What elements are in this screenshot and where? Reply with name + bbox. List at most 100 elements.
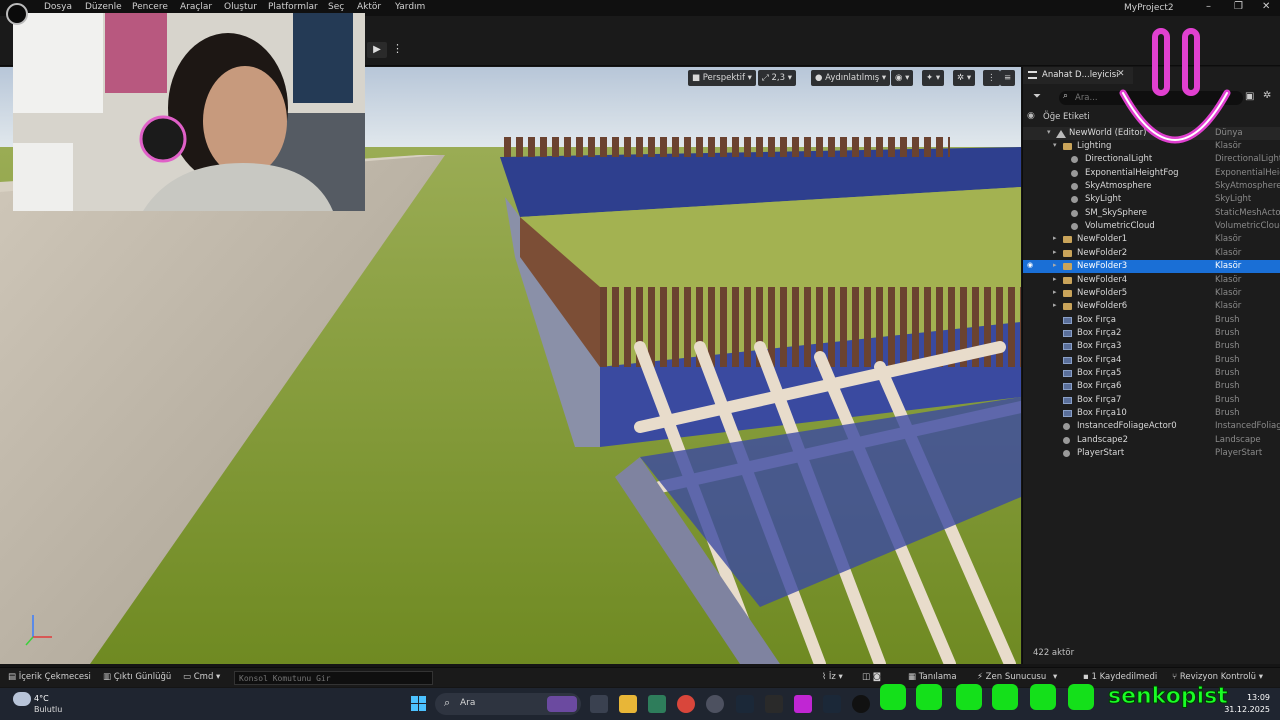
layout-button[interactable]: ⋮ (983, 70, 1000, 86)
cmd-dropdown[interactable]: ▭ Cmd ▾ (183, 672, 220, 682)
tree-row[interactable]: ▸ NewFolder4 Klasör (1023, 274, 1280, 287)
menu-platformlar[interactable]: Platformlar (268, 2, 318, 12)
filter-icon[interactable]: ⏷ (1033, 91, 1041, 102)
row-type: Klasör (1215, 261, 1242, 272)
eye-icon: ◉ (895, 73, 903, 83)
expand-arrow-icon[interactable]: ▸ (1053, 275, 1057, 283)
content-drawer-button[interactable]: ▤ İçerik Çekmecesi (8, 672, 91, 682)
scalability-button[interactable]: ⤢ 2,3 ▾ (758, 70, 797, 86)
menu-dosya[interactable]: Dosya (44, 2, 72, 12)
temperature[interactable]: 4°C (34, 694, 49, 703)
tree-row[interactable]: ExponentialHeightFog ExponentialHeightFog (1023, 167, 1280, 180)
row-type: Brush (1215, 408, 1240, 418)
tree-row[interactable]: Box Fırça2 Brush (1023, 327, 1280, 340)
viewport-settings-button[interactable]: ✲ ▾ (953, 70, 976, 86)
weather-condition[interactable]: Bulutlu (34, 705, 62, 714)
purple-app-icon[interactable] (794, 695, 812, 713)
expand-arrow-icon[interactable]: ▸ (1053, 234, 1057, 242)
steam-alt-icon[interactable] (823, 695, 841, 713)
fog-icon (1071, 169, 1078, 177)
menu-aktor[interactable]: Aktör (357, 2, 381, 12)
visibility-eye-icon[interactable]: ◉ (1027, 261, 1033, 269)
tree-row[interactable]: Box Fırça Brush (1023, 314, 1280, 327)
menu-sec[interactable]: Seç (328, 2, 344, 12)
youtube-icon (992, 684, 1018, 710)
expand-arrow-icon[interactable]: ▸ (1053, 261, 1057, 269)
console-input[interactable] (235, 672, 425, 684)
collapse-arrow-icon[interactable]: ▾ (1047, 128, 1051, 136)
menu-duzenle[interactable]: Düzenle (85, 2, 122, 12)
maximize-viewport-button[interactable]: ≡ (1000, 70, 1016, 86)
row-name: NewFolder3 (1077, 261, 1128, 272)
steam-icon[interactable] (736, 695, 754, 713)
obs-icon[interactable] (706, 695, 724, 713)
minimize-icon[interactable]: – (1206, 1, 1211, 12)
menu-pencere[interactable]: Pencere (132, 2, 168, 12)
tree-row[interactable]: Box Fırça4 Brush (1023, 354, 1280, 367)
tree-row[interactable]: SkyLight SkyLight (1023, 193, 1280, 206)
row-type: PlayerStart (1215, 448, 1263, 459)
play-options-icon[interactable]: ⋮ (392, 42, 403, 55)
expand-arrow-icon[interactable]: ▸ (1053, 288, 1057, 296)
tree-row[interactable]: VolumetricCloud VolumetricCloud (1023, 220, 1280, 233)
output-log-button[interactable]: ▥ Çıktı Günlüğü (103, 672, 171, 682)
row-type: InstancedFoliage (1215, 421, 1280, 432)
tree-row[interactable]: ▸ NewFolder5 Klasör (1023, 287, 1280, 300)
file-explorer-icon[interactable] (619, 695, 637, 713)
hamburger-icon: ≡ (1004, 73, 1012, 83)
collapse-arrow-icon[interactable]: ▾ (1053, 141, 1057, 149)
log-icon: ▥ (103, 672, 114, 682)
outliner-tab-title: Anahat D...leyicisi (1042, 70, 1119, 80)
show-flags-button[interactable]: ◉ ▾ (891, 70, 914, 86)
menu-araclar[interactable]: Araçlar (180, 2, 212, 12)
store-icon[interactable] (648, 695, 666, 713)
tree-row[interactable]: PlayerStart PlayerStart (1023, 447, 1280, 460)
tree-row[interactable]: Box Fırça7 Brush (1023, 394, 1280, 407)
tree-row[interactable]: ▸ NewFolder2 Klasör (1023, 247, 1280, 260)
play-button[interactable]: ▶ (367, 42, 387, 58)
settings-gear-icon[interactable]: ✲ (1263, 90, 1271, 101)
transform-tools-button[interactable]: ✦ ▾ (922, 70, 945, 86)
sun-icon (1071, 156, 1078, 164)
close-icon[interactable]: ✕ (1262, 1, 1270, 12)
epic-games-icon[interactable] (765, 695, 783, 713)
tree-row[interactable]: Box Fırça10 Brush (1023, 407, 1280, 420)
perspective-button[interactable]: ■ Perspektif ▾ (688, 70, 756, 86)
tree-row[interactable]: ▸ NewFolder6 Klasör (1023, 300, 1280, 313)
tree-row[interactable]: ▸ NewFolder1 Klasör (1023, 233, 1280, 246)
lighting-mode-button[interactable]: ● Aydınlatılmış ▾ (811, 70, 891, 86)
lit-sphere-icon: ● (815, 73, 826, 83)
tree-row[interactable]: SkyAtmosphere SkyAtmosphere (1023, 180, 1280, 193)
menu-yardim[interactable]: Yardım (395, 2, 425, 12)
row-type: Klasör (1215, 274, 1242, 285)
add-folder-icon[interactable]: ▣ (1245, 91, 1254, 102)
tree-row[interactable]: Box Fırça6 Brush (1023, 380, 1280, 393)
weather-cloud-icon[interactable] (13, 692, 31, 706)
tree-row[interactable]: SM_SkySphere StaticMeshActor (1023, 207, 1280, 220)
tree-row[interactable]: ◉ ▸ NewFolder3 Klasör (1023, 260, 1280, 274)
row-type: Klasör (1215, 234, 1242, 245)
expand-arrow-icon[interactable]: ▸ (1053, 301, 1057, 309)
tree-row[interactable]: Landscape2 Landscape (1023, 434, 1280, 447)
chrome-icon[interactable] (677, 695, 695, 713)
camera-record-icon[interactable]: ◫ ◙ (862, 672, 881, 682)
menu-olustur[interactable]: Oluştur (224, 2, 257, 12)
row-name: Lighting (1077, 141, 1112, 151)
outliner-icon (1028, 71, 1037, 79)
folder-icon (1063, 276, 1072, 284)
expand-arrow-icon[interactable]: ▸ (1053, 248, 1057, 256)
tree-row[interactable]: Box Fırça5 Brush (1023, 367, 1280, 380)
unreal-logo-icon[interactable] (6, 3, 28, 25)
tree-row[interactable]: Box Fırça3 Brush (1023, 340, 1280, 353)
trace-label: İz (828, 672, 836, 682)
task-view-icon[interactable] (590, 695, 608, 713)
trace-button[interactable]: ⌇ İz ▾ (822, 672, 843, 682)
tree-row[interactable]: InstancedFoliageActor0 InstancedFoliage (1023, 420, 1280, 433)
maximize-icon[interactable]: ❐ (1234, 1, 1243, 12)
foliage-icon (1063, 423, 1070, 431)
unreal-engine-icon[interactable] (852, 695, 870, 713)
visibility-eye-icon[interactable]: ◉ (1027, 111, 1035, 121)
windows-start-icon[interactable] (411, 696, 427, 712)
console-command-field[interactable] (234, 671, 433, 685)
taskbar-search[interactable]: ⌕ Ara (435, 693, 581, 715)
